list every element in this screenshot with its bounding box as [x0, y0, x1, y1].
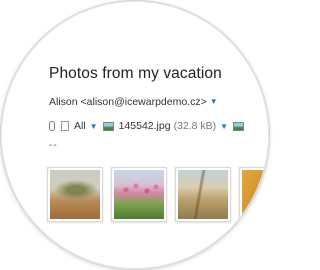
photo-thumbnail[interactable] [239, 167, 269, 222]
next-image-file-icon [233, 121, 245, 131]
photo-tree-field [50, 170, 100, 219]
sender-chevron-down-icon[interactable]: ▼ [210, 97, 218, 106]
magnifier-view: Photos from my vacation Alison <alison@i… [0, 0, 271, 270]
attachment-size: (32.8 kB) [173, 120, 217, 132]
attachments-filter-label[interactable]: All [74, 120, 86, 132]
photo-sunset-plants [242, 170, 269, 219]
paperclip-icon [49, 121, 55, 131]
email-preview: Photos from my vacation Alison <alison@i… [1, 1, 269, 269]
filter-chevron-down-icon[interactable]: ▼ [90, 122, 98, 131]
photo-dry-landscape [178, 170, 228, 219]
photo-flower-meadow [114, 170, 164, 219]
attachment-chevron-down-icon[interactable]: ▼ [220, 122, 228, 131]
photo-thumbnail[interactable] [175, 167, 231, 222]
select-all-checkbox[interactable] [61, 121, 69, 131]
attachment-name[interactable]: 145542.jpg [119, 120, 171, 132]
sender-row[interactable]: Alison <alison@icewarpdemo.cz> ▼ [49, 96, 218, 108]
magnifier-lens: Photos from my vacation Alison <alison@i… [1, 1, 269, 269]
email-subject: Photos from my vacation [49, 65, 222, 82]
attachments-bar: All ▼ 145542.jpg (32.8 kB) ▼ [49, 120, 249, 132]
photo-thumbnail[interactable] [111, 167, 167, 222]
sender-address[interactable]: Alison <alison@icewarpdemo.cz> [49, 96, 207, 108]
image-file-icon [102, 121, 114, 131]
signature-separator: -- [49, 140, 58, 151]
photo-thumbnail[interactable] [47, 167, 103, 222]
